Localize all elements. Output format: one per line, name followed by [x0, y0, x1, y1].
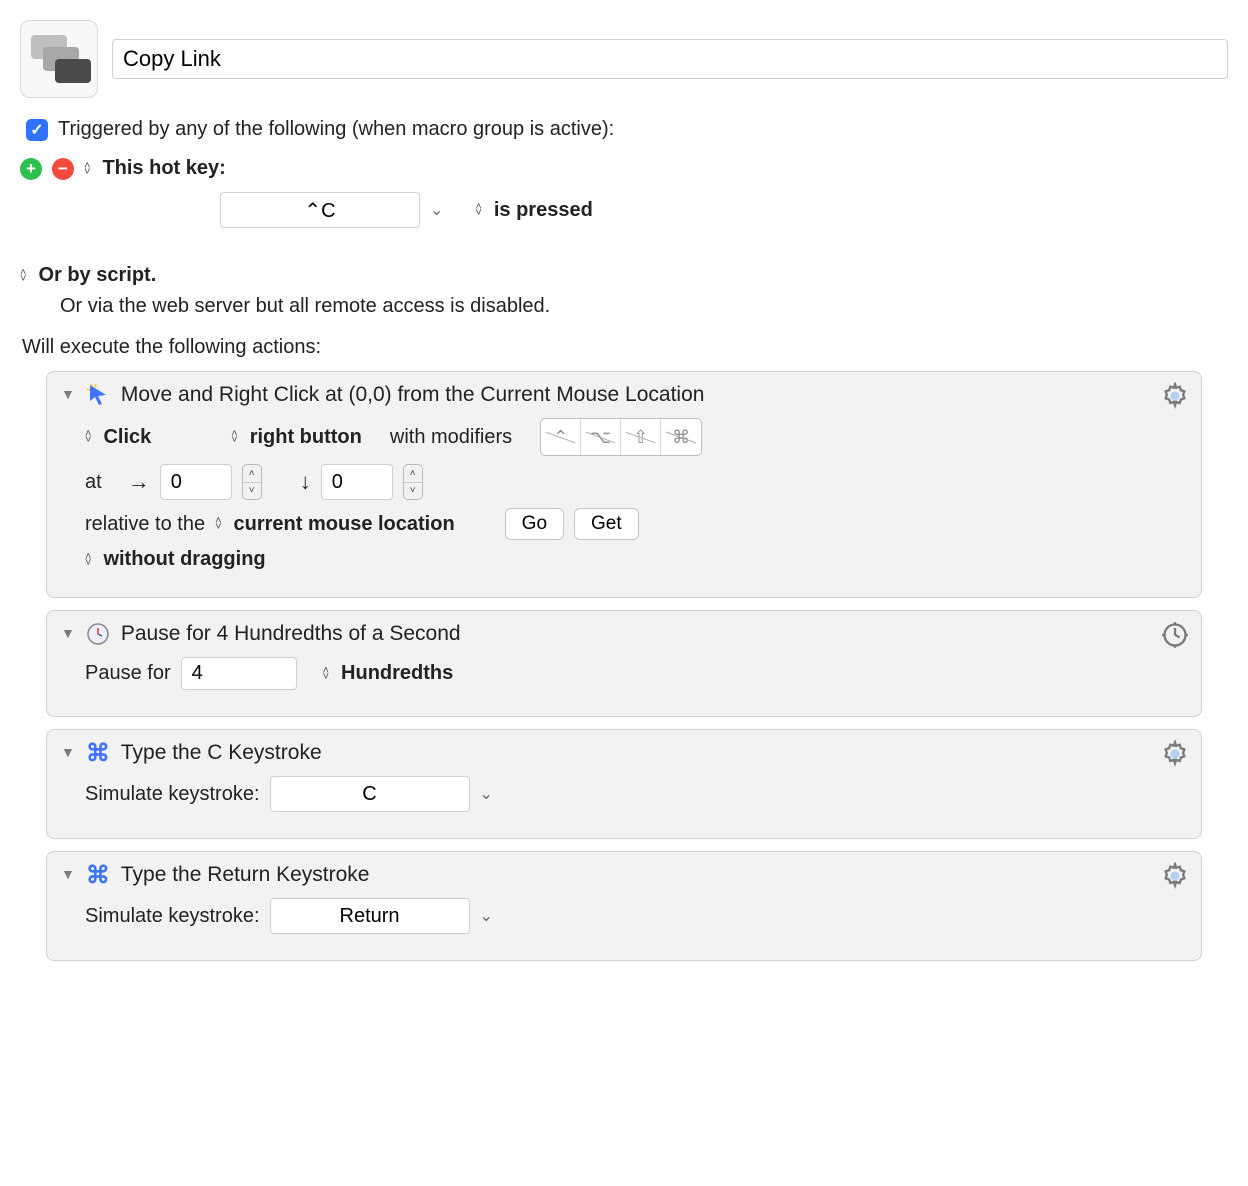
clock-icon — [85, 621, 111, 647]
disclosure-triangle-icon[interactable] — [61, 866, 75, 882]
keystroke-input[interactable] — [270, 776, 470, 812]
or-script-row: Or by script. — [20, 264, 1228, 287]
action-header[interactable]: Move and Right Click at (0,0) from the C… — [61, 382, 1187, 408]
will-execute-label: Will execute the following actions: — [22, 336, 1228, 359]
keystroke-row: Simulate keystroke: — [85, 776, 1187, 812]
pause-config-row: Pause for Hundredths — [85, 657, 1187, 690]
click-type-stepper-icon[interactable] — [85, 431, 91, 443]
hotkey-label: This hot key: — [102, 157, 225, 180]
go-button[interactable]: Go — [505, 508, 564, 540]
modifier-shift[interactable]: ⇧ — [621, 419, 661, 455]
disclosure-triangle-icon[interactable] — [61, 625, 75, 641]
y-stepper[interactable]: ˄˅ — [403, 464, 423, 500]
trigger-type-stepper-icon[interactable] — [84, 163, 90, 175]
action-header[interactable]: ⌘ Type the C Keystroke — [61, 740, 1187, 766]
command-icon: ⌘ — [85, 862, 111, 888]
action-header[interactable]: Pause for 4 Hundredths of a Second — [61, 621, 1187, 647]
relative-label: relative to the — [85, 513, 205, 536]
disclosure-triangle-icon[interactable] — [61, 386, 75, 402]
script-trigger-stepper-icon[interactable] — [20, 270, 26, 282]
relative-value: current mouse location — [234, 513, 455, 536]
add-trigger-button[interactable]: + — [20, 158, 42, 180]
arrow-right-icon: → — [128, 469, 150, 495]
modifier-ctrl[interactable]: ⌃ — [541, 419, 581, 455]
relative-stepper-icon[interactable] — [215, 518, 221, 530]
keystroke-dropdown-icon[interactable] — [480, 784, 493, 804]
action-title: Pause for 4 Hundredths of a Second — [121, 622, 461, 646]
hotkey-input[interactable] — [220, 192, 420, 228]
position-row: at → ˄˅ ↓ ˄˅ — [85, 464, 1187, 500]
action-header[interactable]: ⌘ Type the Return Keystroke — [61, 862, 1187, 888]
relative-row: relative to the current mouse location G… — [85, 508, 1187, 540]
modifier-segments[interactable]: ⌃ ⌥ ⇧ ⌘ — [540, 418, 702, 456]
simulate-label: Simulate keystroke: — [85, 905, 260, 928]
action-gear-button[interactable] — [1161, 862, 1189, 890]
action-gear-button[interactable] — [1161, 621, 1189, 649]
disclosure-triangle-icon[interactable] — [61, 744, 75, 760]
pause-value-input[interactable] — [181, 657, 297, 690]
button-stepper-icon[interactable] — [231, 431, 237, 443]
get-button[interactable]: Get — [574, 508, 639, 540]
trigger-enabled-row: Triggered by any of the following (when … — [26, 118, 1222, 141]
button-label: right button — [250, 426, 362, 449]
at-label: at — [85, 471, 102, 494]
x-input[interactable] — [160, 464, 232, 500]
action-gear-button[interactable] — [1161, 382, 1189, 410]
hotkey-dropdown-icon[interactable] — [430, 200, 443, 220]
pause-unit-stepper-icon[interactable] — [323, 668, 329, 680]
hotkey-state-label: is pressed — [494, 199, 593, 222]
or-script-label: Or by script. — [38, 264, 156, 287]
y-input[interactable] — [321, 464, 393, 500]
macro-header — [20, 20, 1228, 98]
macro-icon[interactable] — [20, 20, 98, 98]
hotkey-state-stepper-icon[interactable] — [475, 204, 481, 216]
action-pause: Pause for 4 Hundredths of a Second Pause… — [46, 610, 1202, 717]
web-server-note: Or via the web server but all remote acc… — [60, 295, 1228, 318]
drag-mode-label: without dragging — [103, 548, 265, 571]
action-title: Move and Right Click at (0,0) from the C… — [121, 383, 705, 407]
trigger-enabled-checkbox[interactable] — [26, 119, 48, 141]
pause-unit-label: Hundredths — [341, 662, 453, 685]
drag-row: without dragging — [85, 548, 1187, 571]
hotkey-control-row: + − This hot key: — [20, 157, 1228, 180]
action-keystroke-c: ⌘ Type the C Keystroke Simulate keystrok… — [46, 729, 1202, 839]
arrow-down-icon: ↓ — [300, 469, 311, 495]
action-mouse-click: Move and Right Click at (0,0) from the C… — [46, 371, 1202, 598]
drag-stepper-icon[interactable] — [85, 554, 91, 566]
modifier-option[interactable]: ⌥ — [581, 419, 621, 455]
x-stepper[interactable]: ˄˅ — [242, 464, 262, 500]
keystroke-row: Simulate keystroke: — [85, 898, 1187, 934]
action-gear-button[interactable] — [1161, 740, 1189, 768]
macro-name-input[interactable] — [112, 39, 1228, 79]
modifier-cmd[interactable]: ⌘ — [661, 419, 701, 455]
keystroke-input[interactable] — [270, 898, 470, 934]
action-keystroke-return: ⌘ Type the Return Keystroke Simulate key… — [46, 851, 1202, 961]
pause-for-label: Pause for — [85, 662, 171, 685]
simulate-label: Simulate keystroke: — [85, 783, 260, 806]
command-icon: ⌘ — [85, 740, 111, 766]
keystroke-dropdown-icon[interactable] — [480, 906, 493, 926]
click-type-label: Click — [103, 426, 151, 449]
click-config-row: Click right button with modifiers ⌃ ⌥ ⇧ … — [85, 418, 1187, 456]
hotkey-value-row: is pressed — [220, 192, 1228, 228]
action-title: Type the Return Keystroke — [121, 863, 370, 887]
remove-trigger-button[interactable]: − — [52, 158, 74, 180]
with-modifiers-label: with modifiers — [390, 426, 512, 449]
trigger-label: Triggered by any of the following (when … — [58, 118, 614, 141]
cursor-click-icon — [85, 382, 111, 408]
action-title: Type the C Keystroke — [121, 741, 322, 765]
